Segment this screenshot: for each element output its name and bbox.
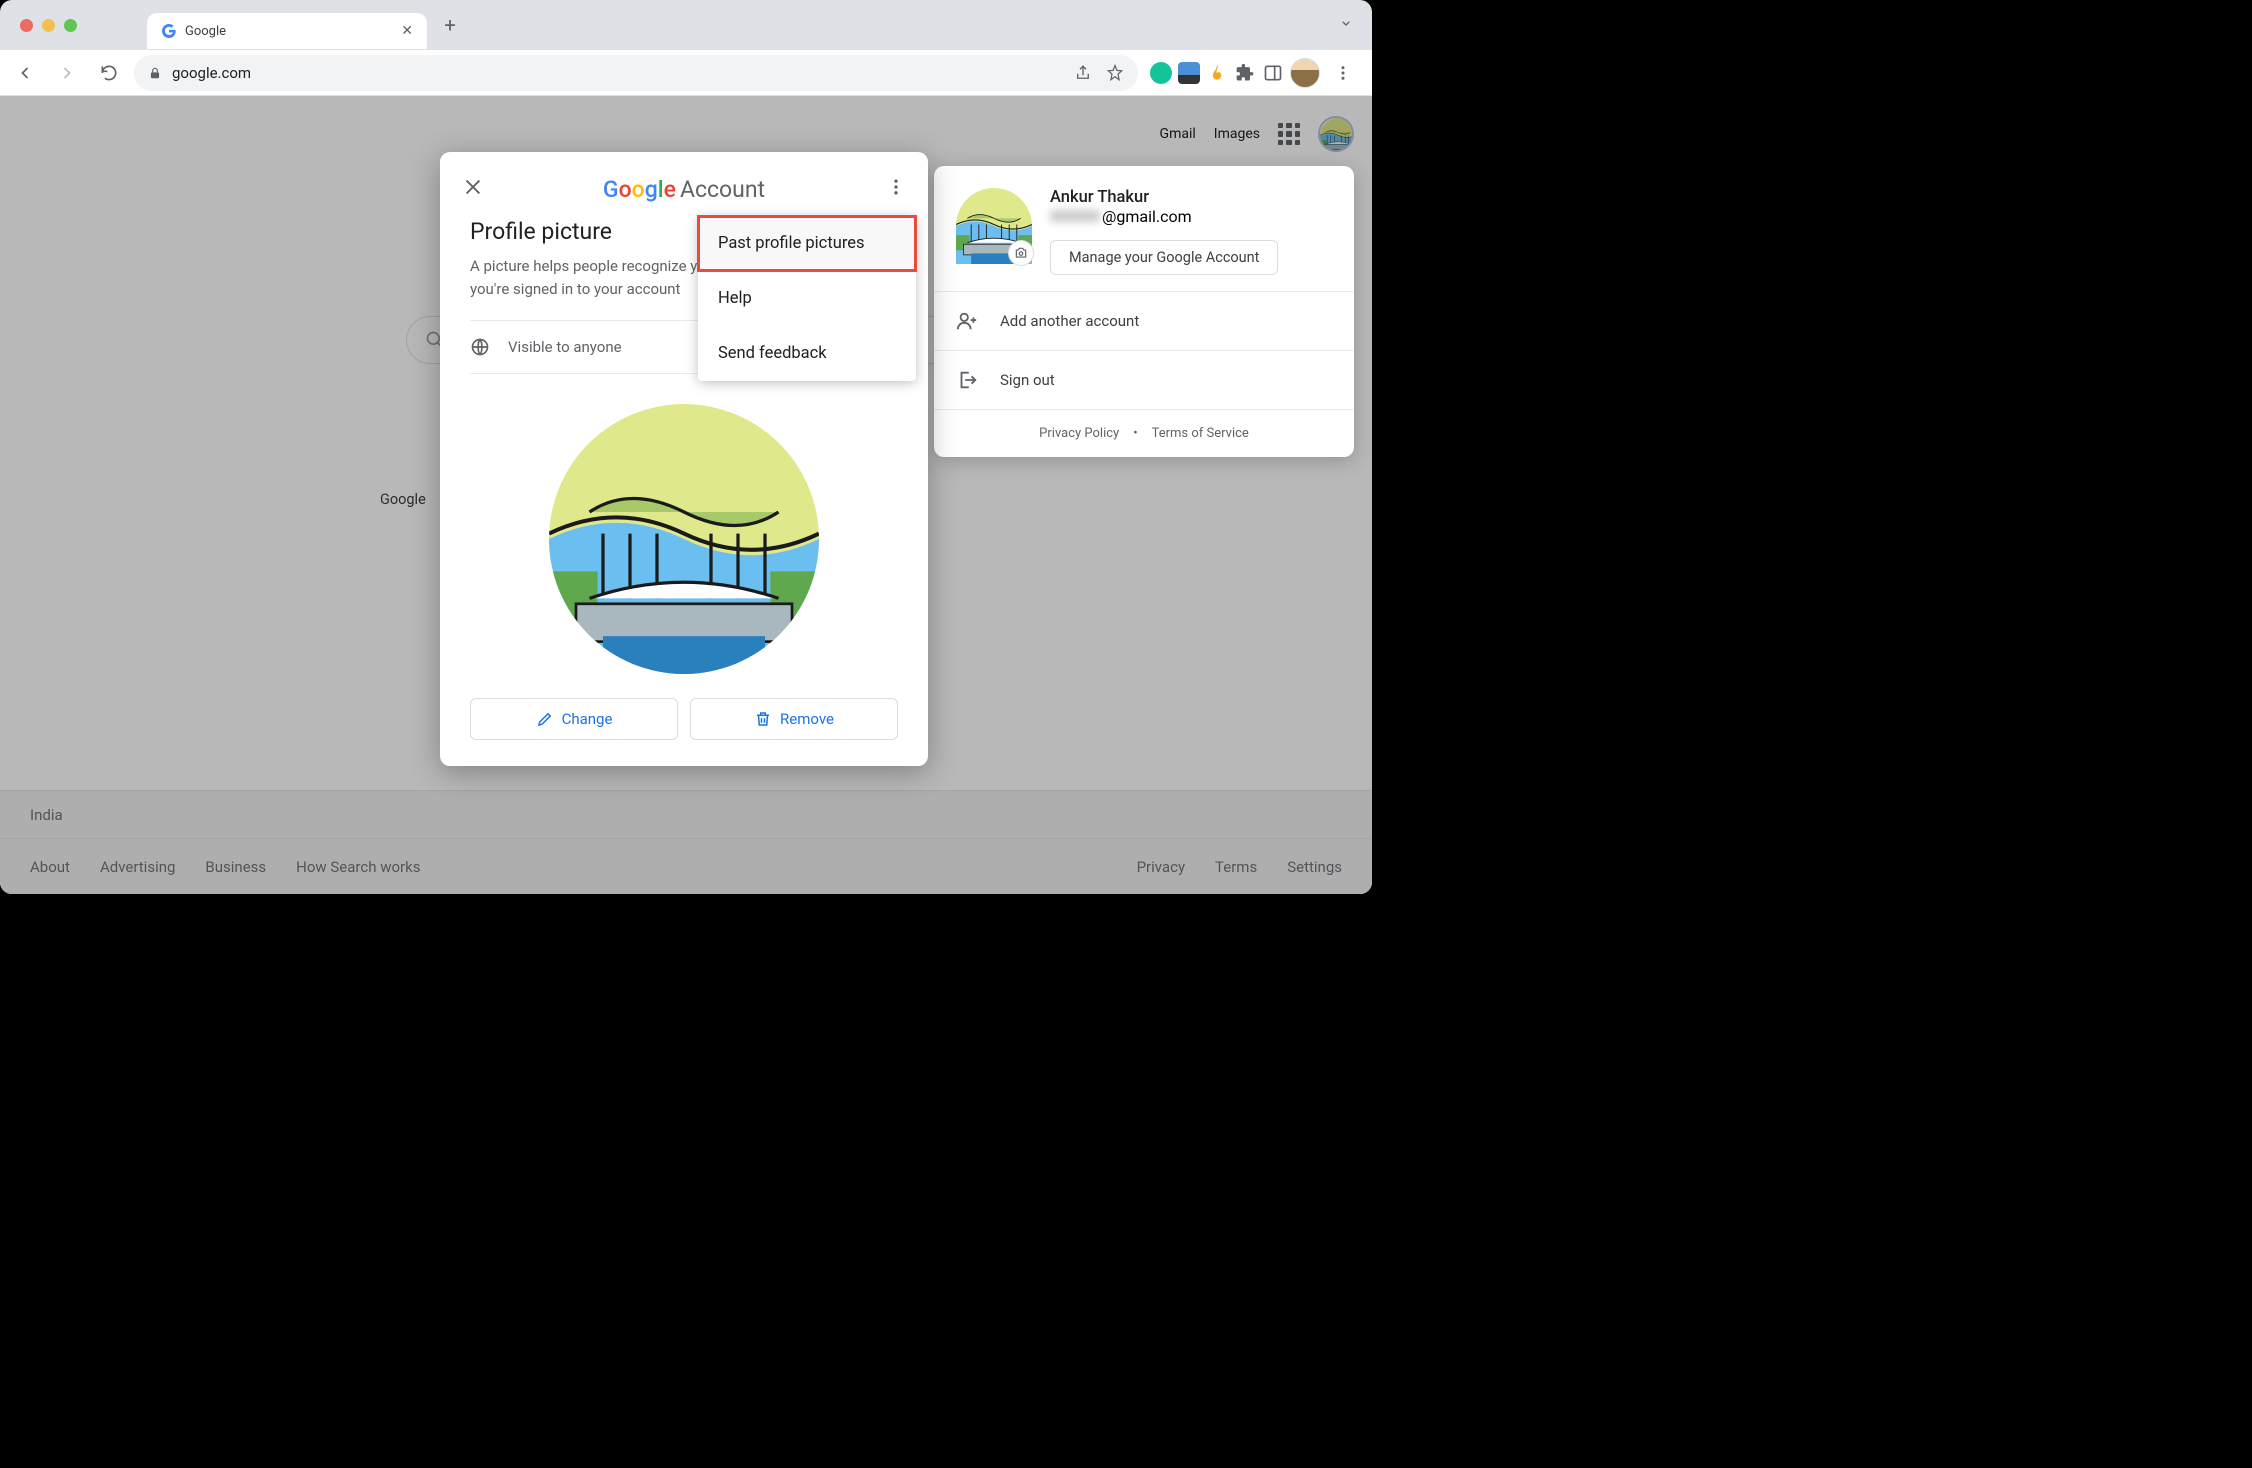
modal-close-button[interactable] — [462, 176, 484, 202]
popover-footer: Privacy Policy • Terms of Service — [934, 409, 1354, 457]
maximize-window-button[interactable] — [64, 19, 77, 32]
add-account-label: Add another account — [1000, 312, 1139, 330]
page-content: Gmail Images Google India About Advertis… — [0, 96, 1372, 894]
minimize-window-button[interactable] — [42, 19, 55, 32]
share-icon[interactable] — [1074, 64, 1092, 82]
address-bar[interactable]: google.com — [134, 55, 1138, 91]
browser-window: Google ✕ + google.com Gma — [0, 0, 1372, 894]
browser-tab[interactable]: Google ✕ — [147, 13, 427, 49]
add-person-icon — [956, 310, 978, 332]
chrome-profile-avatar[interactable] — [1290, 58, 1320, 88]
tabs-dropdown-button[interactable] — [1338, 15, 1360, 35]
sign-out-icon — [956, 369, 978, 391]
side-panel-icon[interactable] — [1262, 62, 1284, 84]
browser-toolbar: google.com — [0, 50, 1372, 96]
close-window-button[interactable] — [20, 19, 33, 32]
privacy-policy-link[interactable]: Privacy Policy — [1039, 426, 1119, 441]
modal-more-button[interactable] — [886, 177, 906, 201]
visibility-label: Visible to anyone — [508, 338, 622, 356]
popover-avatar[interactable] — [956, 188, 1032, 264]
send-feedback-item[interactable]: Send feedback — [698, 326, 916, 381]
tos-link[interactable]: Terms of Service — [1152, 426, 1249, 441]
google-favicon-icon — [161, 23, 177, 39]
extension-screenshot-icon[interactable] — [1178, 62, 1200, 84]
remove-picture-button[interactable]: Remove — [690, 698, 898, 740]
tab-bar: Google ✕ + — [0, 0, 1372, 50]
sign-out-label: Sign out — [1000, 371, 1055, 389]
chrome-menu-button[interactable] — [1326, 56, 1360, 90]
manage-account-button[interactable]: Manage your Google Account — [1050, 240, 1278, 275]
trash-icon — [754, 710, 772, 728]
extensions-puzzle-icon[interactable] — [1234, 62, 1256, 84]
reload-button[interactable] — [92, 56, 126, 90]
globe-icon — [470, 337, 490, 357]
url-text: google.com — [172, 64, 251, 82]
add-account-row[interactable]: Add another account — [934, 291, 1354, 350]
forward-button[interactable] — [50, 56, 84, 90]
profile-picture-preview — [549, 404, 819, 674]
back-button[interactable] — [8, 56, 42, 90]
close-tab-button[interactable]: ✕ — [401, 23, 413, 39]
tab-title: Google — [185, 24, 393, 39]
past-profile-pictures-item[interactable]: Past profile pictures — [698, 216, 916, 271]
sign-out-row[interactable]: Sign out — [934, 350, 1354, 409]
bookmark-star-icon[interactable] — [1106, 64, 1124, 82]
pencil-icon — [536, 710, 554, 728]
lock-icon — [148, 66, 162, 80]
account-name: Ankur Thakur — [1050, 188, 1278, 207]
account-email: @gmail.com — [1050, 207, 1278, 226]
modal-more-dropdown: Past profile pictures Help Send feedback — [698, 216, 916, 381]
new-tab-button[interactable]: + — [435, 13, 465, 37]
extensions-bar — [1146, 56, 1364, 90]
modal-brand-title: Google Account — [603, 176, 765, 203]
window-controls — [20, 19, 77, 32]
help-item[interactable]: Help — [698, 271, 916, 326]
camera-badge-icon[interactable] — [1008, 240, 1034, 266]
extension-grammarly-icon[interactable] — [1150, 62, 1172, 84]
extension-flame-icon[interactable] — [1206, 62, 1228, 84]
change-picture-button[interactable]: Change — [470, 698, 678, 740]
account-popover: Ankur Thakur @gmail.com Manage your Goog… — [934, 166, 1354, 457]
